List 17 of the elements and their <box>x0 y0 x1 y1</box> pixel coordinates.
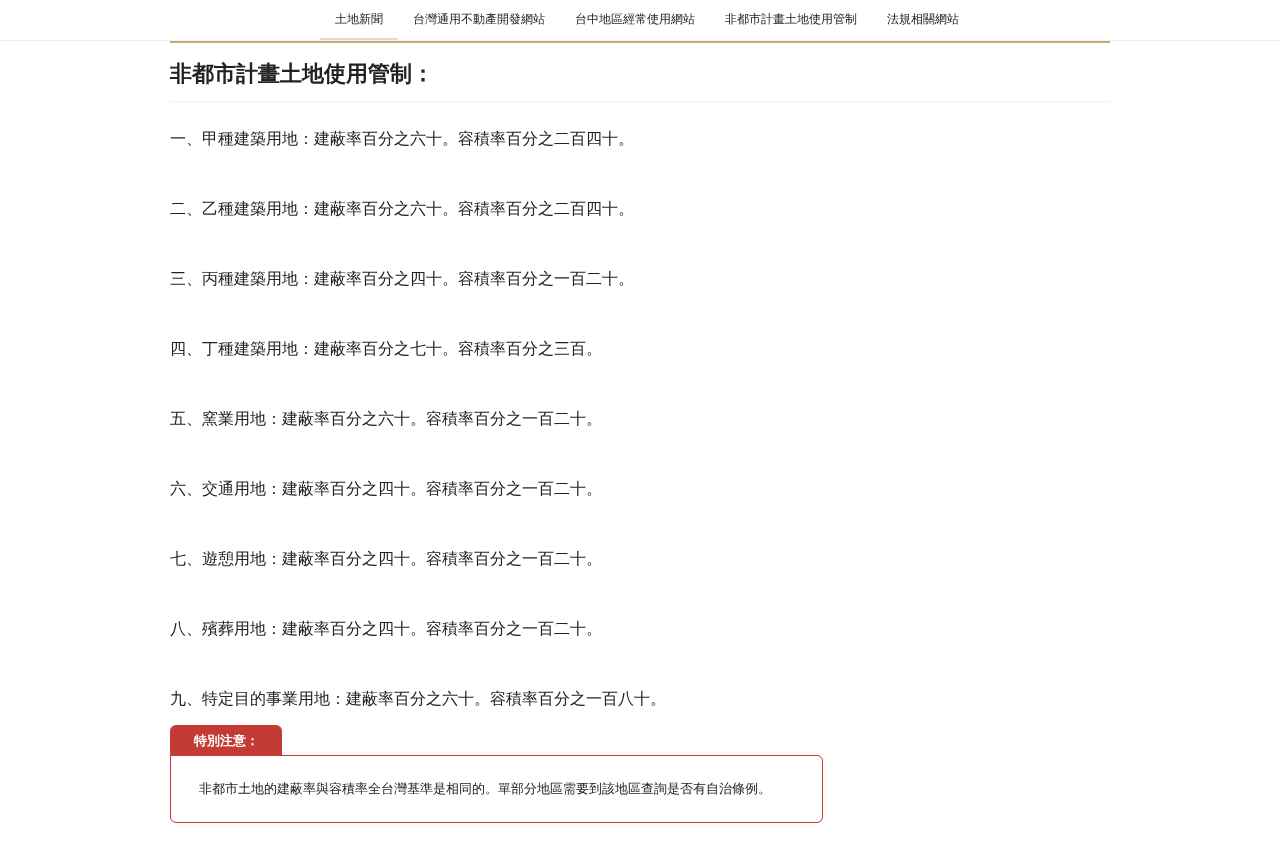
zoning-item: 五、窯業用地：建蔽率百分之六十。容積率百分之一百二十。 <box>170 408 603 430</box>
nav-tab[interactable]: 非都市計畫土地使用管制 <box>710 0 872 40</box>
nav-tab[interactable]: 土地新聞 <box>320 0 398 40</box>
zoning-item: 七、遊憩用地：建蔽率百分之四十。容積率百分之一百二十。 <box>170 548 603 570</box>
notice-text: 非都市土地的建蔽率與容積率全台灣基準是相同的。單部分地區需要到該地區查詢是否有自治條例。 <box>199 781 771 796</box>
nav-tab[interactable]: 法規相關網站 <box>872 0 974 40</box>
zoning-item: 一、甲種建築用地：建蔽率百分之六十。容積率百分之二百四十。 <box>170 128 635 150</box>
zoning-item: 八、殯葬用地：建蔽率百分之四十。容積率百分之一百二十。 <box>170 618 603 640</box>
page-heading: 非都市計畫土地使用管制： <box>170 43 1110 102</box>
zoning-item: 九、特定目的事業用地：建蔽率百分之六十。容積率百分之一百八十。 <box>170 688 667 710</box>
nav-tab[interactable]: 台灣通用不動產開發網站 <box>398 0 560 40</box>
zoning-item: 六、交通用地：建蔽率百分之四十。容積率百分之一百二十。 <box>170 478 603 500</box>
nav-tab[interactable]: 台中地區經常使用網站 <box>560 0 710 40</box>
zoning-item: 四、丁種建築用地：建蔽率百分之七十。容積率百分之三百。 <box>170 338 603 360</box>
notice-label: 特別注意： <box>170 725 282 755</box>
zoning-item: 二、乙種建築用地：建蔽率百分之六十。容積率百分之二百四十。 <box>170 198 635 220</box>
zoning-item: 三、丙種建築用地：建蔽率百分之四十。容積率百分之一百二十。 <box>170 268 635 290</box>
